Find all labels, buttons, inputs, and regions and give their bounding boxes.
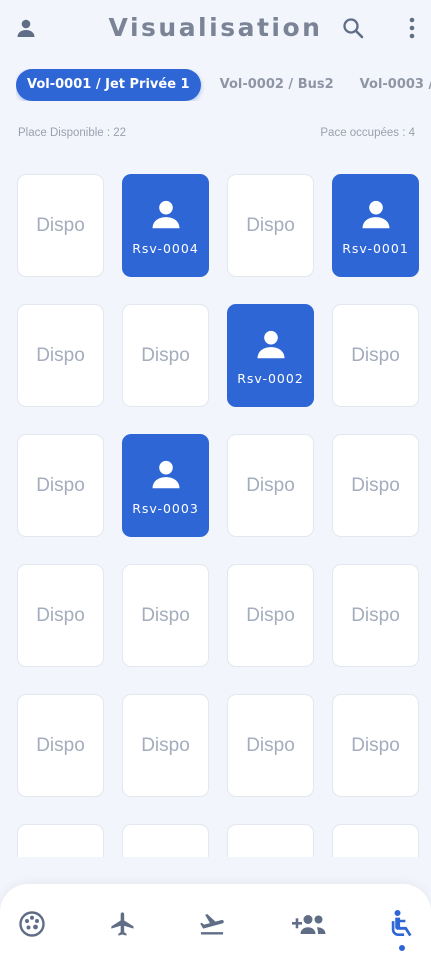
- reservation-label: Rsv-0003: [132, 501, 199, 516]
- seat-free[interactable]: Dispo: [122, 694, 209, 797]
- person-icon: [252, 325, 290, 367]
- seat-status-label: Dispo: [351, 344, 400, 366]
- tab-vol-0002[interactable]: Vol-0002 / Bus2: [211, 69, 343, 101]
- person-icon: [147, 455, 185, 497]
- reservation-label: Rsv-0004: [132, 241, 199, 256]
- seat-status-label: Dispo: [351, 734, 400, 756]
- seat-free[interactable]: Dispo: [227, 694, 314, 797]
- seat-free[interactable]: Dispo: [17, 304, 104, 407]
- seat-booked[interactable]: Rsv-0004: [122, 174, 209, 277]
- seat-booked[interactable]: Rsv-0003: [122, 434, 209, 537]
- seat-free[interactable]: Dispo: [122, 304, 209, 407]
- seat-free[interactable]: Dispo: [122, 824, 209, 857]
- seat-free[interactable]: Dispo: [227, 824, 314, 857]
- search-icon[interactable]: [339, 14, 367, 42]
- tab-vol-0001[interactable]: Vol-0001 / Jet Privée 1: [16, 69, 201, 101]
- seat-booked[interactable]: Rsv-0001: [332, 174, 419, 277]
- active-indicator: [399, 945, 405, 951]
- person-icon: [357, 195, 395, 237]
- seat-free[interactable]: Dispo: [227, 564, 314, 667]
- seat-status-label: Dispo: [36, 474, 85, 496]
- seat-free[interactable]: Dispo: [17, 434, 104, 537]
- available-count: Place Disponible : 22: [18, 127, 127, 139]
- seat-booked[interactable]: Rsv-0002: [227, 304, 314, 407]
- seat-free[interactable]: Dispo: [332, 824, 419, 857]
- seat-status-label: Dispo: [141, 344, 190, 366]
- seat-free[interactable]: Dispo: [17, 824, 104, 857]
- seat-status-label: Dispo: [351, 604, 400, 626]
- flight-tabs: Vol-0001 / Jet Privée 1 Vol-0002 / Bus2 Vo…: [16, 69, 431, 101]
- seat-status-label: Dispo: [36, 214, 85, 236]
- seat-free[interactable]: Dispo: [17, 564, 104, 667]
- occupied-count: Pace occupées : 4: [320, 127, 415, 139]
- seat-grid: Dispo Rsv-0004 Dispo Rsv-0001 Dispo Dispo Rsv-…: [0, 174, 431, 857]
- seat-free[interactable]: Dispo: [332, 694, 419, 797]
- seat-status-label: Dispo: [36, 344, 85, 366]
- palette-icon[interactable]: [17, 909, 47, 939]
- seat-grid-viewport[interactable]: Dispo Rsv-0004 Dispo Rsv-0001 Dispo Dispo Rsv-…: [0, 174, 431, 857]
- person-icon: [147, 195, 185, 237]
- seat-status-label: Dispo: [246, 214, 295, 236]
- flight-takeoff-icon[interactable]: [197, 909, 227, 939]
- app-bar: Visualisation: [0, 0, 431, 60]
- airplane-icon[interactable]: [108, 909, 138, 939]
- seat-status-label: Dispo: [246, 734, 295, 756]
- seat-status-label: Dispo: [246, 604, 295, 626]
- seat-stats: Place Disponible : 22 Pace occupées : 4: [18, 127, 415, 143]
- seat-free[interactable]: Dispo: [17, 174, 104, 277]
- seat-status-label: Dispo: [36, 604, 85, 626]
- tab-vol-0003[interactable]: Vol-0003 / Al: [351, 69, 431, 101]
- group-add-icon[interactable]: [291, 909, 327, 939]
- accessible-seat-icon[interactable]: [386, 909, 416, 939]
- seat-free[interactable]: Dispo: [122, 564, 209, 667]
- seat-status-label: Dispo: [36, 734, 85, 756]
- bottom-nav: [0, 884, 431, 959]
- seat-free[interactable]: Dispo: [17, 694, 104, 797]
- reservation-label: Rsv-0002: [237, 371, 304, 386]
- seat-status-label: Dispo: [246, 474, 295, 496]
- seat-free[interactable]: Dispo: [332, 564, 419, 667]
- more-vert-icon[interactable]: [398, 14, 426, 42]
- seat-free[interactable]: Dispo: [332, 434, 419, 537]
- seat-status-label: Dispo: [351, 474, 400, 496]
- seat-free[interactable]: Dispo: [332, 304, 419, 407]
- seat-status-label: Dispo: [141, 734, 190, 756]
- seat-status-label: Dispo: [141, 604, 190, 626]
- seat-free[interactable]: Dispo: [227, 434, 314, 537]
- seat-free[interactable]: Dispo: [227, 174, 314, 277]
- reservation-label: Rsv-0001: [342, 241, 409, 256]
